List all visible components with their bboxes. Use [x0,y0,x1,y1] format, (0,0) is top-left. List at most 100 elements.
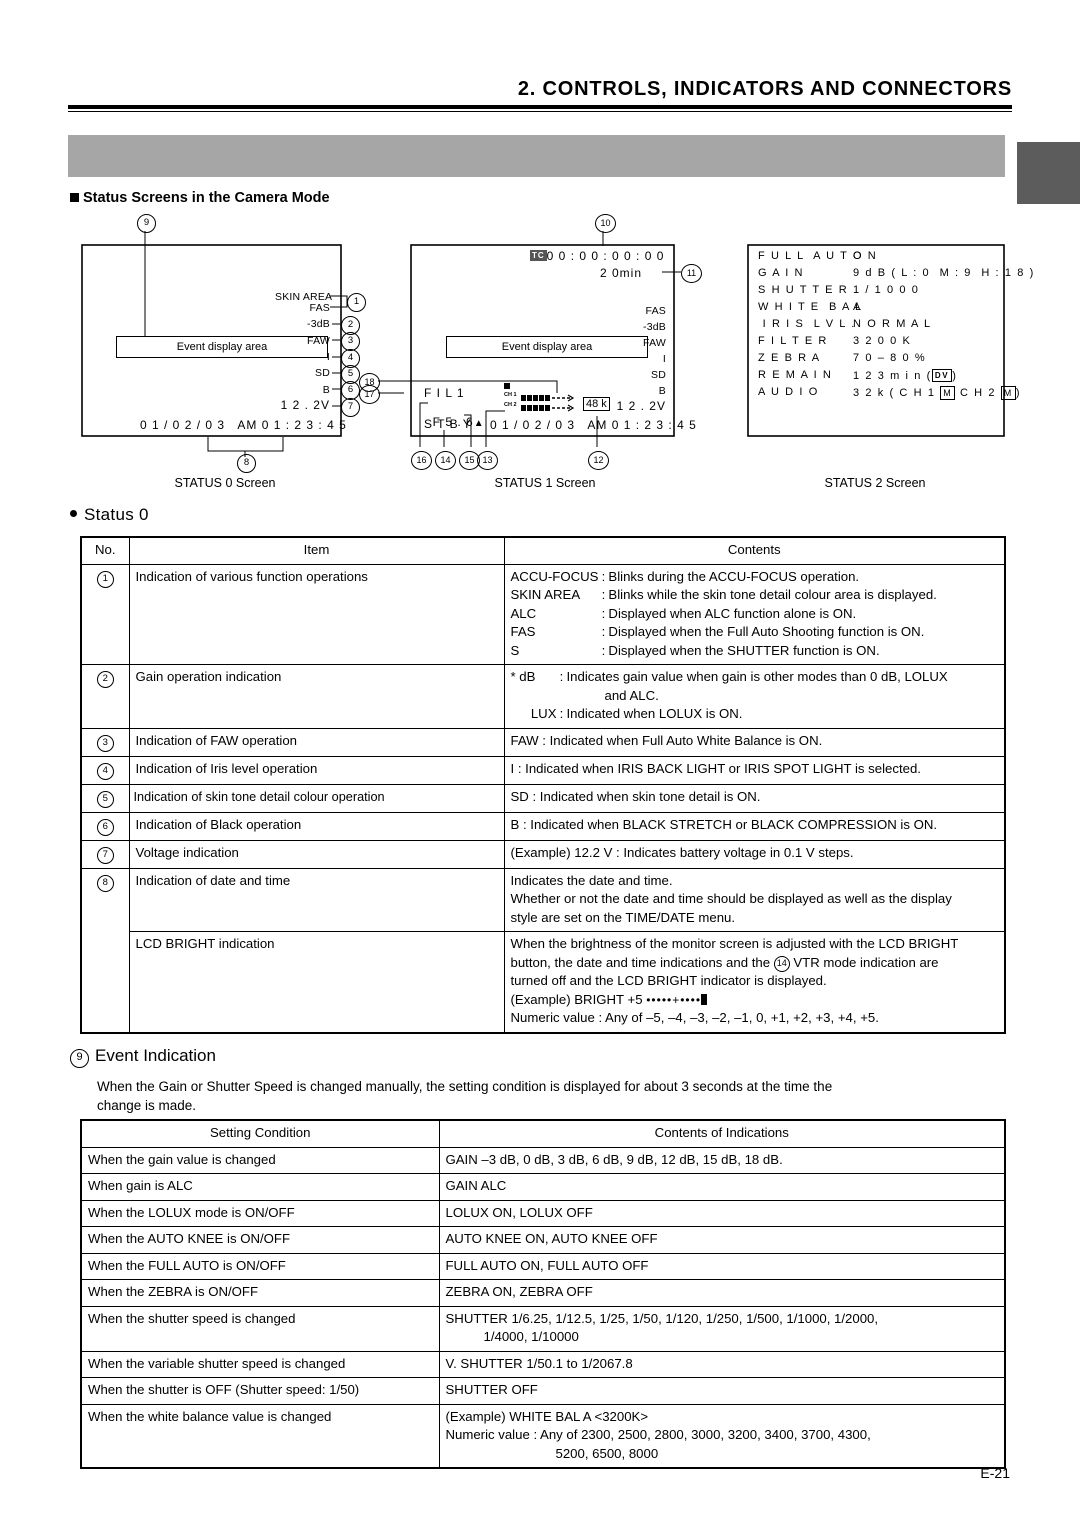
def-term: FAS [510,624,536,639]
iris-up-triangle-icon: ▲ [473,418,485,429]
def-desc: Indicates gain value when gain is other … [566,669,948,684]
table-row: When gain is ALC GAIN ALC [80,1173,1006,1201]
callout-14: 14 [435,451,456,470]
def-colon: : [559,706,564,721]
table-row: 5 Indication of skin tone detail colour … [80,783,1006,813]
dv-format-icon: DV [931,369,953,382]
event-indication-heading-label: Event Indication [95,1046,216,1065]
row-indication: GAIN –3 dB, 0 dB, 3 dB, 6 dB, 9 dB, 12 d… [438,1146,1006,1174]
status1-indicator-iris: I [662,353,666,365]
status2-audio-suffix: ) [1015,387,1022,399]
contents-line: button, the date and time indications an… [510,954,939,972]
def-desc: Displayed when the Full Auto Shooting fu… [608,624,925,639]
def-desc: Displayed when the SHUTTER function is O… [608,642,880,658]
contents-line: turned off and the LCD BRIGHT indicator … [510,973,827,988]
status1-vtr-mode: S T B Y [424,417,472,431]
audio-peak-marker [504,383,510,389]
row-no: 4 [80,755,130,785]
status2-value-4: N O R M A L [853,318,932,330]
def-term-blank [511,687,557,706]
status2-value-2: 1 / 1 0 0 0 [853,284,920,296]
def-colon: : [601,624,606,639]
status0-heading: Status 0 [70,505,149,525]
caption-status-2: STATUS 2 Screen [824,476,926,490]
circled-number: 8 [96,874,114,892]
def-desc: Indicated when LOLUX is ON. [566,706,743,721]
contents-line: Numeric value : Any of –5, –4, –3, –2, –… [510,1010,879,1025]
status2-item-6: Z E B R A [758,352,821,364]
callout-10: 10 [595,214,616,233]
contents-line: Indicates the date and time. [510,872,673,888]
row-no: 6 [80,811,130,841]
table-row: When the ZEBRA is ON/OFF ZEBRA ON, ZEBRA… [80,1279,1006,1307]
bright-scale-block-icon [701,993,708,1005]
round-bullet-icon [70,510,77,517]
table-header-row: No. Item Contents [80,536,1006,565]
row-condition: When the shutter is OFF (Shutter speed: … [80,1377,440,1405]
page-title: 2. CONTROLS, INDICATORS AND CONNECTORS [517,78,1012,100]
table-row: When the shutter speed is changed SHUTTE… [80,1305,1006,1352]
bright-example-label: (Example) BRIGHT +5 [510,991,643,1007]
def-term: ACCU-FOCUS [510,568,599,584]
row-condition: When the variable shutter speed is chang… [80,1350,440,1378]
col-header-setting-condition: Setting Condition [80,1119,440,1148]
def-colon-blank [557,687,567,706]
circled-number: 2 [96,671,114,688]
table-row: When the LOLUX mode is ON/OFF LOLUX ON, … [80,1199,1006,1227]
callout-7: 7 [341,398,360,417]
row-condition: When the gain value is changed [80,1146,440,1174]
row-indication: GAIN ALC [438,1173,1006,1201]
def-term: * dB [510,669,536,684]
def-desc: Displayed when ALC function alone is ON. [608,605,857,621]
indication-line: SHUTTER 1/6.25, 1/12.5, 1/25, 1/50, 1/12… [445,1310,879,1326]
circled-number-9: 9 [70,1049,89,1068]
row-contents: I : Indicated when IRIS BACK LIGHT or IR… [503,755,1006,785]
def-colon: : [601,605,606,621]
callout-11: 11 [681,264,702,283]
status2-remain-suffix: ) [952,370,958,382]
indication-line: 5200, 6500, 8000 [555,1445,659,1461]
status0-heading-label: Status 0 [84,505,149,524]
table-row: When the gain value is changed GAIN –3 d… [80,1146,1006,1174]
status2-value-0: O N [853,250,878,262]
header-rule-thin [68,111,1012,112]
row-contents: When the brightness of the monitor scree… [503,931,1006,1033]
event-indication-heading: 9 Event Indication [70,1046,216,1068]
def-term: S [510,642,520,658]
circled-number: 3 [96,734,114,752]
table-row: When the AUTO KNEE is ON/OFF AUTO KNEE O… [80,1226,1006,1254]
row-no: 1 [80,563,130,665]
table-row: When the variable shutter speed is chang… [80,1350,1006,1378]
row-no: 3 [80,727,130,757]
status0-indicator-fas: FAS [309,302,330,314]
status2-value-3: A [853,301,862,313]
row-item: Indication of Iris level operation [128,755,505,785]
square-bullet-icon [70,193,79,202]
row-contents: Indicates the date and time. Whether or … [503,867,1006,932]
col-header-no: No. [80,536,130,565]
status0-indicator-faw: FAW [307,335,330,347]
audio-ch2-label: CH 2 [504,402,517,408]
status1-indicator-black: B [658,385,666,397]
status1-audio-sampling: 48 k [583,397,610,411]
row-no: 5 [80,783,130,813]
row-item: Indication of skin tone detail colour op… [128,783,505,813]
circled-number-inline: 14 [773,955,790,972]
audio-ch2-mode-icon: M [1000,386,1016,400]
status0-indicator-sd: SD [315,367,330,379]
table-row: 1 Indication of various function operati… [80,563,1006,665]
indication-line: (Example) WHITE BAL A <3200K> [445,1408,649,1424]
definition-list: * dB: Indicates gain value when gain is o… [511,668,999,724]
status2-item-3: W H I T E B A L [758,301,863,313]
row-indication: SHUTTER OFF [438,1377,1006,1405]
tc-badge-icon: TC [530,250,547,261]
row-no-empty [80,931,130,1033]
row-contents: * dB: Indicates gain value when gain is o… [503,664,1006,729]
status0-indicator-iris: I [326,351,330,363]
table-row: 6 Indication of Black operation B : Indi… [80,811,1006,841]
def-colon: : [601,587,606,602]
status2-remain-prefix: 1 2 3 m i n ( [853,370,932,382]
table-header-row: Setting Condition Contents of Indication… [80,1119,1006,1148]
col-header-contents: Contents [503,536,1006,565]
circled-number: 4 [96,762,114,780]
